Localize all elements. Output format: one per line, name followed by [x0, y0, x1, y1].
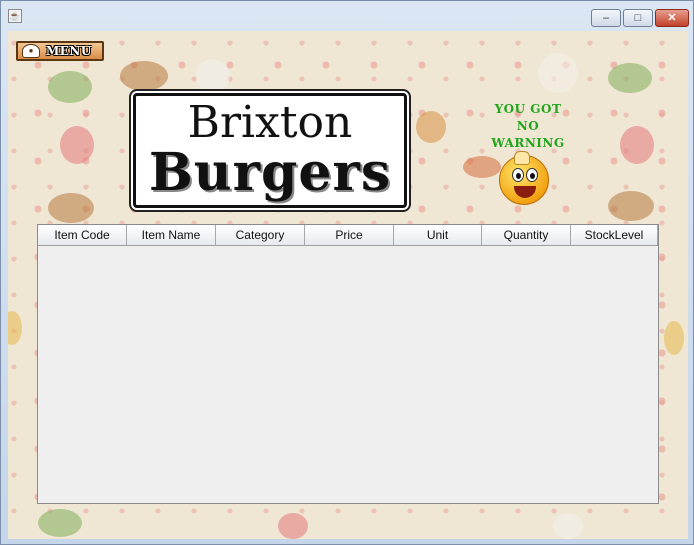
burger-pattern-icon: [608, 191, 654, 221]
takeout-box-pattern-icon: [538, 53, 578, 93]
cupcake-pattern-icon: [553, 513, 583, 539]
salad-pattern-icon: [48, 71, 92, 103]
column-header-item-name[interactable]: Item Name: [127, 225, 216, 245]
cupcake-pattern-icon: [196, 59, 230, 93]
cup-pattern-icon: [60, 126, 94, 164]
content-panel: ● MENU Brixton Burgers YOU GOT NO WARNIN…: [8, 31, 688, 539]
chef-hat-icon: ●: [22, 44, 40, 58]
menu-button[interactable]: ● MENU: [16, 41, 104, 61]
warning-line-3: WARNING: [491, 136, 565, 150]
brixton-burgers-logo: Brixton Burgers: [133, 93, 407, 208]
burger-pattern-icon: [120, 61, 168, 91]
smiley-mouth: [514, 186, 536, 198]
java-app-icon: ☕: [8, 9, 22, 23]
waving-hand-icon: [514, 151, 530, 165]
smiley-eye-left: [512, 168, 524, 182]
close-button[interactable]: ✕: [655, 9, 689, 27]
menu-button-label: MENU: [46, 44, 92, 58]
warning-line-2: NO: [516, 119, 540, 133]
chicken-pattern-icon: [416, 111, 446, 143]
maximize-button[interactable]: □: [623, 9, 653, 27]
salad-pattern-icon: [38, 509, 82, 537]
cup-pattern-icon: [620, 126, 654, 164]
column-header-price[interactable]: Price: [305, 225, 394, 245]
smiley-eye-right: [526, 168, 538, 182]
table-body[interactable]: [38, 246, 658, 503]
logo-line-burgers: Burgers: [148, 142, 392, 203]
logo-line-brixton: Brixton: [187, 97, 353, 148]
column-header-item-code[interactable]: Item Code: [38, 225, 127, 245]
minimize-button[interactable]: ‒: [591, 9, 621, 27]
fries-pattern-icon: [8, 311, 22, 345]
table-header: Item Code Item Name Category Price Unit …: [38, 225, 658, 246]
app-window: ☕ ‒ □ ✕ ● MENU Brixton Burgers YOU GOT N…: [0, 0, 694, 545]
hotdog-pattern-icon: [463, 156, 501, 178]
warning-status: YOU GOT NO WARNING: [478, 101, 578, 152]
warning-line-1: YOU GOT: [494, 102, 562, 116]
stock-table[interactable]: Item Code Item Name Category Price Unit …: [37, 224, 659, 504]
column-header-unit[interactable]: Unit: [394, 225, 482, 245]
title-bar[interactable]: ☕ ‒ □ ✕: [1, 1, 693, 31]
fries-pattern-icon: [664, 321, 684, 355]
column-header-quantity[interactable]: Quantity: [482, 225, 571, 245]
burger-pattern-icon: [48, 193, 94, 223]
cup-pattern-icon: [278, 513, 308, 539]
column-header-category[interactable]: Category: [216, 225, 305, 245]
column-header-stock-level[interactable]: StockLevel: [571, 225, 658, 245]
salad-pattern-icon: [608, 63, 652, 93]
